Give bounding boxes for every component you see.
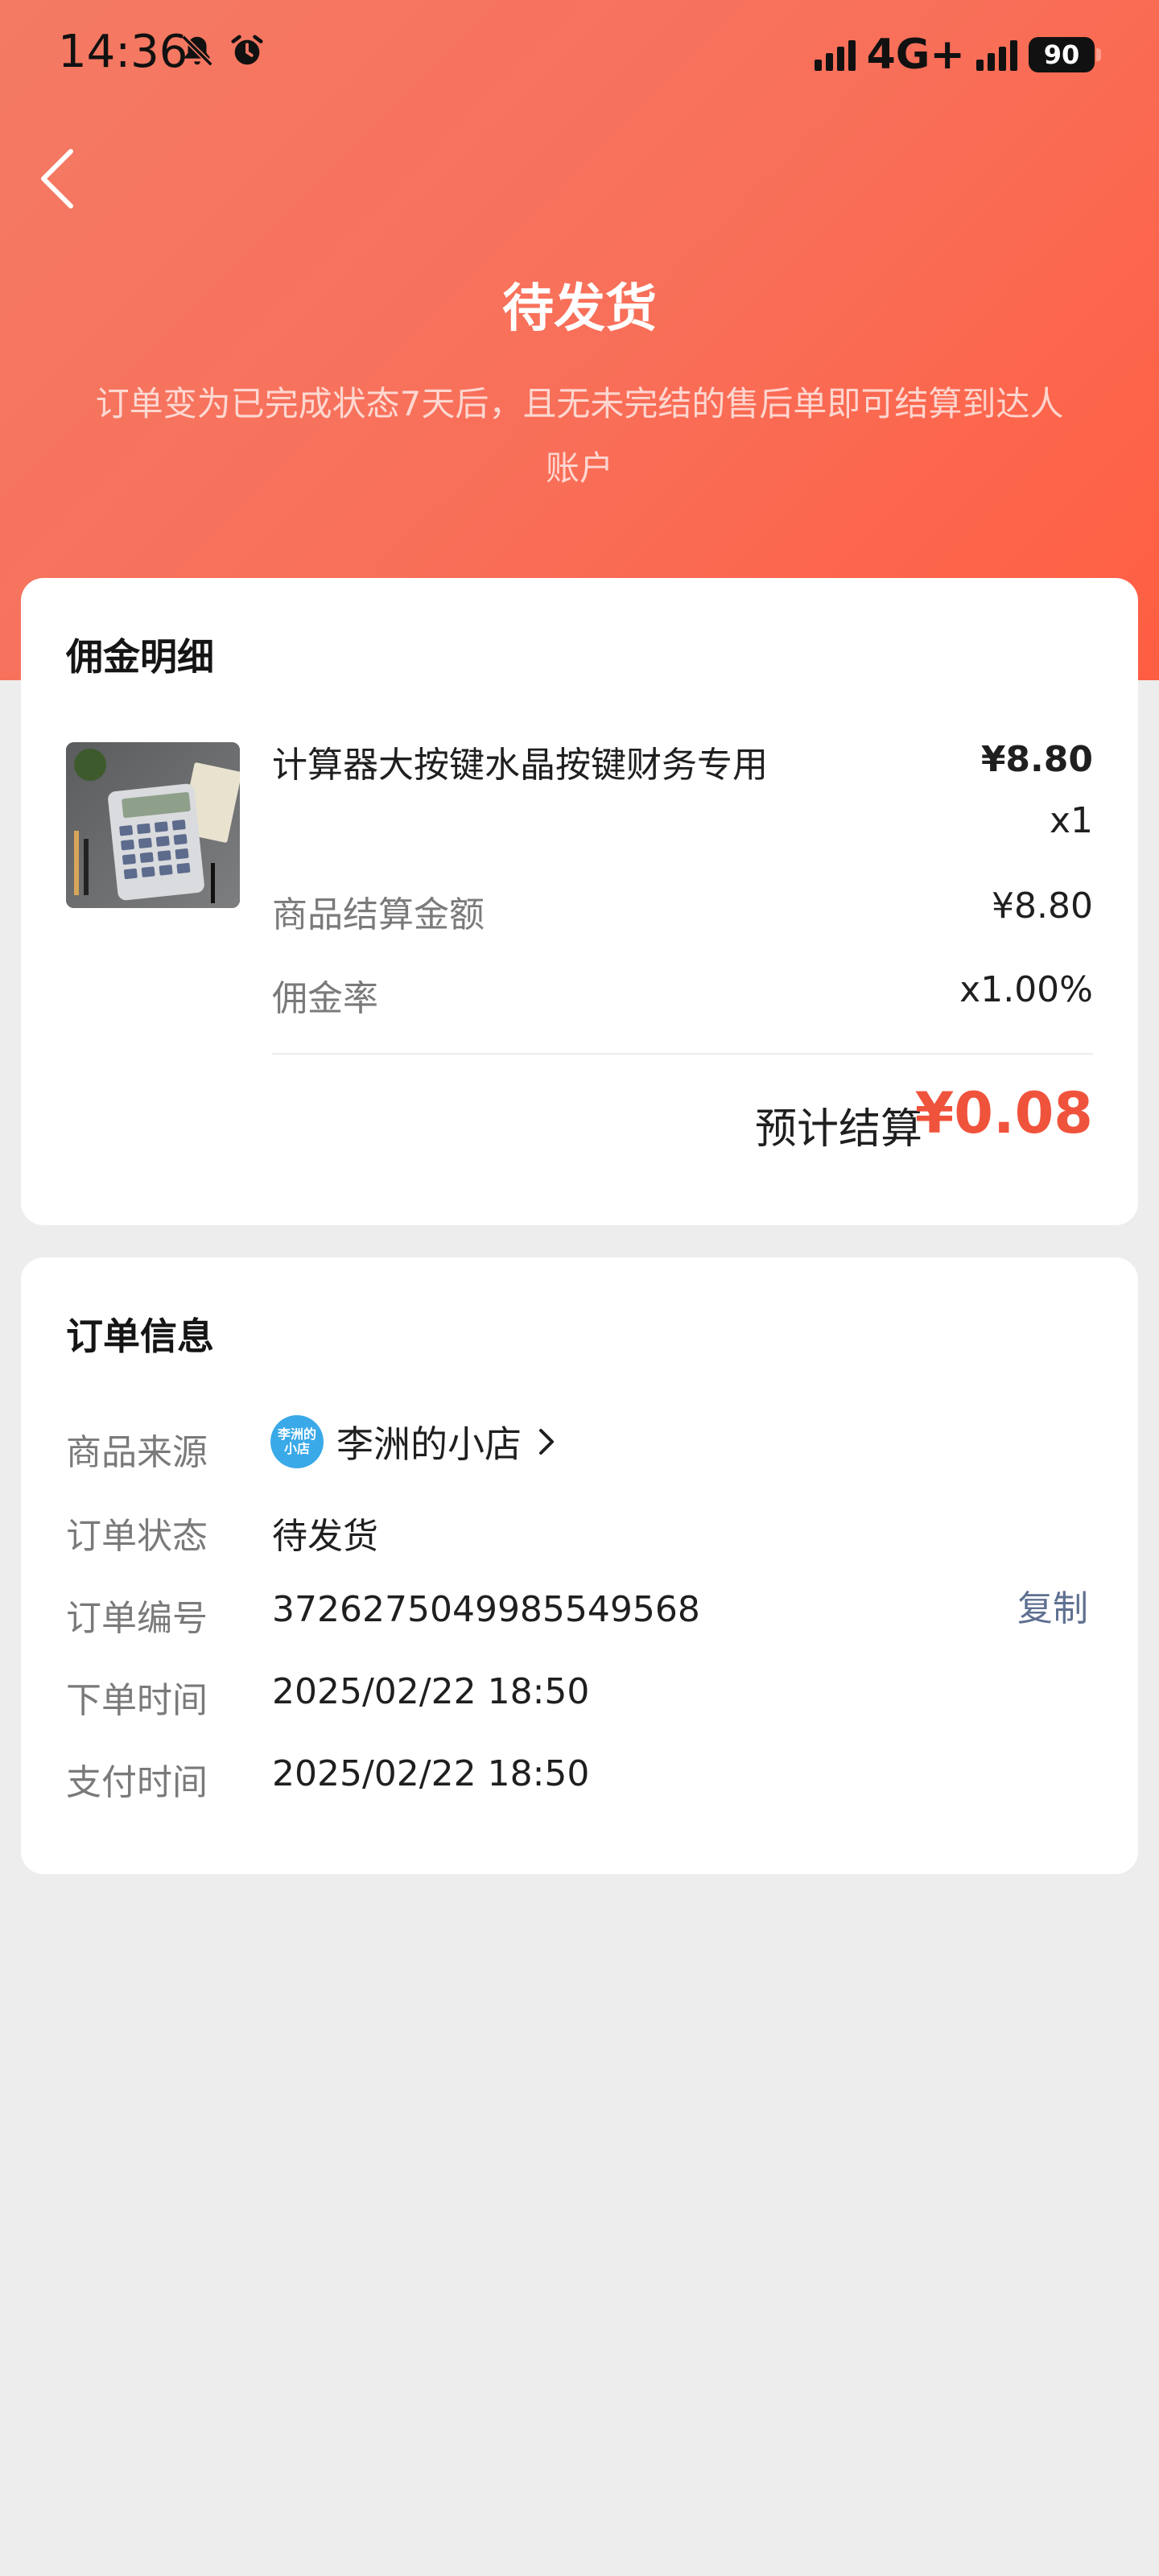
pay-time-value: 2025/02/22 18:50 <box>272 1753 590 1794</box>
status-label: 订单状态 <box>66 1516 208 1557</box>
order-time-label: 下单时间 <box>66 1680 208 1721</box>
order-number-value: 3726275049985549568 <box>272 1589 700 1630</box>
settlement-amount-value: ¥8.80 <box>992 886 1093 927</box>
estimate-label: 预计结算 <box>754 1105 922 1154</box>
product-quantity: x1 <box>1049 800 1093 841</box>
status-right: 4G+ 90 <box>814 31 1101 79</box>
source-label: 商品来源 <box>66 1432 208 1473</box>
commission-card: 佣金明细 计算器大按键水晶按键财务专用 ¥8.80 x1 商品结算金额 ¥8.8… <box>21 578 1138 1225</box>
settlement-description: 订单变为已完成状态7天后，且无未完结的售后单即可结算到达人账户 <box>95 384 1064 488</box>
product-name[interactable]: 计算器大按键水晶按键财务专用 <box>272 736 768 787</box>
signal-icon-2 <box>976 39 1017 71</box>
chevron-right-icon <box>539 1429 554 1455</box>
bell-off-icon <box>181 35 213 67</box>
settlement-amount-label: 商品结算金额 <box>272 894 485 935</box>
network-type: 4G+ <box>866 31 965 79</box>
signal-icon <box>814 39 856 71</box>
order-time-value: 2025/02/22 18:50 <box>272 1671 590 1712</box>
order-number-label: 订单编号 <box>66 1598 208 1639</box>
battery-level: 90 <box>1043 39 1080 70</box>
alarm-icon <box>231 35 263 65</box>
status-bar: 14:36 4G+ 90 <box>0 0 1159 105</box>
status-value: 待发货 <box>272 1516 378 1557</box>
commission-rate-value: x1.00% <box>959 969 1093 1010</box>
status-icons <box>179 32 266 69</box>
estimate-value: ¥0.08 <box>914 1080 1093 1146</box>
copy-button[interactable]: 复制 <box>1017 1579 1088 1631</box>
divider <box>272 1053 1093 1055</box>
chevron-left-icon[interactable] <box>35 145 84 213</box>
battery-icon: 90 <box>1029 37 1101 72</box>
product-image[interactable] <box>66 742 240 908</box>
shop-link[interactable]: 李洲的小店 李洲的小店 <box>270 1415 557 1468</box>
page-title: 待发货 <box>502 279 657 339</box>
order-info-card: 订单信息 商品来源 李洲的小店 李洲的小店 订单状态 待发货 订单编号 3726… <box>21 1257 1138 1874</box>
shop-avatar: 李洲的小店 <box>270 1415 324 1468</box>
product-price: ¥8.80 <box>980 739 1093 780</box>
order-detail-page: 14:36 4G+ 90 待发货 订单变为已完成状态7天后，且无未完结的售后单即… <box>0 0 1159 2576</box>
order-info-title: 订单信息 <box>66 1315 214 1358</box>
shop-name: 李洲的小店 <box>336 1422 522 1466</box>
commission-rate-label: 佣金率 <box>272 978 378 1019</box>
commission-title: 佣金明细 <box>66 635 214 679</box>
pay-time-label: 支付时间 <box>66 1762 208 1803</box>
status-time: 14:36 <box>58 26 188 78</box>
